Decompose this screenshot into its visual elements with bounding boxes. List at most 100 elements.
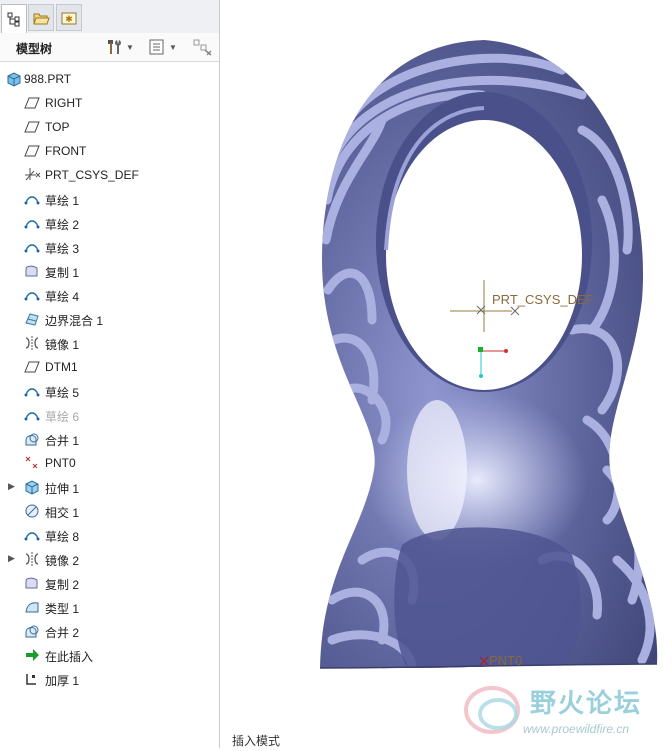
sketch-icon: [24, 407, 40, 423]
graphics-viewport[interactable]: PRT_CSYS_DEF PNT0: [222, 0, 672, 748]
sketch-icon: [24, 383, 40, 399]
expand-arrow-icon[interactable]: ▶: [8, 481, 18, 492]
thicken-icon: [24, 671, 40, 687]
model-graphic[interactable]: PRT_CSYS_DEF PNT0: [222, 0, 672, 748]
extrude-icon: [24, 479, 40, 495]
tree-item-label: 草绘 5: [45, 386, 80, 400]
copy-icon: [24, 263, 40, 279]
merge-icon: [24, 431, 40, 447]
tree-item-label: PRT_CSYS_DEF: [45, 168, 139, 182]
tree-item-label: 草绘 1: [45, 194, 80, 208]
tree-item[interactable]: 合并 2: [0, 619, 219, 643]
tree-item-label: 复制 1: [45, 266, 80, 280]
filter-button[interactable]: [193, 37, 213, 57]
tree-item[interactable]: RIGHT: [0, 91, 219, 115]
tree-item[interactable]: 草绘 3: [0, 235, 219, 259]
tree-item[interactable]: PRT_CSYS_DEF: [0, 163, 219, 187]
tree-item[interactable]: 草绘 5: [0, 379, 219, 403]
datum-point-icon: [24, 455, 40, 471]
show-button[interactable]: ▼: [148, 37, 177, 57]
mirror-icon: [24, 551, 40, 567]
datum-plane-icon: [24, 119, 40, 135]
sketch-icon: [24, 191, 40, 207]
model-tree-title: 模型树: [16, 42, 53, 56]
tree-item-label: 拉伸 1: [45, 482, 80, 496]
tree-item[interactable]: 复制 2: [0, 571, 219, 595]
tree-item[interactable]: 草绘 4: [0, 283, 219, 307]
chevron-down-icon: ▼: [169, 42, 177, 52]
tree-item-label: 草绘 6: [45, 410, 80, 424]
watermark-logo-icon: [464, 686, 520, 734]
tree-item-label: 边界混合 1: [45, 314, 104, 328]
tree-item-label: 合并 1: [45, 434, 80, 448]
tree-item-label: DTM1: [45, 360, 78, 374]
settings-button[interactable]: ▼: [105, 37, 134, 57]
tree-item-label: 草绘 3: [45, 242, 80, 256]
csys-label: PRT_CSYS_DEF: [492, 292, 594, 307]
model-tree-panel: ✱ 模型树 ▼ ▼ 988.PRT RIGHT TOP FRONT PRT_CS…: [0, 0, 220, 748]
tree-item[interactable]: 草绘 1: [0, 187, 219, 211]
tree-item[interactable]: 合并 1: [0, 427, 219, 451]
tree-item-label: 相交 1: [45, 506, 80, 520]
intersect-icon: [24, 503, 40, 519]
merge-icon: [24, 623, 40, 639]
tree-item[interactable]: PNT0: [0, 451, 219, 475]
tree-item-label: 988.PRT: [24, 72, 72, 86]
tree-item[interactable]: 草绘 2: [0, 211, 219, 235]
sketch-icon: [24, 215, 40, 231]
copy-icon: [24, 575, 40, 591]
point-label: PNT0: [489, 653, 522, 668]
watermark-text: 野火论坛: [530, 688, 643, 718]
part-icon: [6, 71, 22, 87]
tree-item-label: 在此插入: [45, 650, 94, 664]
list-icon: [149, 39, 164, 55]
watermark-url: www.proewildfire.cn: [523, 722, 630, 736]
hammer-wrench-icon: [108, 40, 121, 54]
tree-icon: [7, 12, 20, 27]
model-tree: 988.PRT RIGHT TOP FRONT PRT_CSYS_DEF 草绘 1 草绘 2…: [0, 67, 219, 691]
navigator-tabs: ✱: [0, 0, 219, 34]
tree-item[interactable]: ▶ 镜像 2: [0, 547, 219, 571]
tree-item[interactable]: 加厚 1: [0, 667, 219, 691]
tree-item[interactable]: 边界混合 1: [0, 307, 219, 331]
tree-item[interactable]: 在此插入: [0, 643, 219, 667]
tree-item[interactable]: DTM1: [0, 355, 219, 379]
tree-item[interactable]: 草绘 6: [0, 403, 219, 427]
tree-item[interactable]: FRONT: [0, 139, 219, 163]
tree-item[interactable]: 草绘 8: [0, 523, 219, 547]
tree-root[interactable]: 988.PRT: [0, 67, 219, 91]
tree-item[interactable]: 复制 1: [0, 259, 219, 283]
filter-icon: [193, 39, 212, 56]
favorites-icon: ✱: [61, 12, 77, 24]
datum-plane-icon: [24, 143, 40, 159]
tree-item[interactable]: TOP: [0, 115, 219, 139]
boundary-blend-icon: [24, 311, 40, 327]
tree-item-label: 镜像 2: [45, 554, 80, 568]
datum-plane-icon: [24, 95, 40, 111]
through-hole: [376, 92, 592, 392]
insert-arrow-icon: [24, 647, 40, 663]
tree-item-label: RIGHT: [45, 96, 83, 110]
tree-item-label: FRONT: [45, 144, 87, 158]
model-tree-tab[interactable]: [1, 4, 27, 33]
tree-item[interactable]: ▶ 拉伸 1: [0, 475, 219, 499]
tree-item-label: 加厚 1: [45, 674, 80, 688]
folder-icon: [33, 13, 50, 24]
style-icon: [24, 599, 40, 615]
sketch-icon: [24, 287, 40, 303]
expand-arrow-icon[interactable]: ▶: [8, 553, 18, 564]
tree-item-label: 草绘 8: [45, 530, 80, 544]
status-text: 插入模式: [232, 734, 281, 748]
chevron-down-icon: ▼: [126, 42, 134, 52]
svg-text:✱: ✱: [65, 14, 73, 24]
favorites-tab[interactable]: ✱: [56, 4, 82, 31]
sketch-icon: [24, 527, 40, 543]
tree-item[interactable]: 相交 1: [0, 499, 219, 523]
tree-item[interactable]: 类型 1: [0, 595, 219, 619]
tree-item-label: 复制 2: [45, 578, 80, 592]
mirror-icon: [24, 335, 40, 351]
tree-item-label: 类型 1: [45, 602, 80, 616]
sketch-icon: [24, 239, 40, 255]
tree-item[interactable]: 镜像 1: [0, 331, 219, 355]
folder-tab[interactable]: [28, 4, 54, 31]
